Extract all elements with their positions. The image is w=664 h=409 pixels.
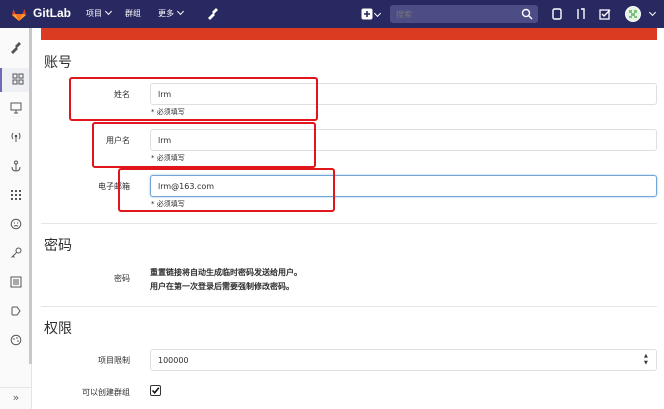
section-divider (41, 306, 657, 307)
top-navbar: GitLab 项目 群组 更多 (0, 0, 664, 28)
sidebar-admin-area[interactable] (0, 36, 32, 60)
search-input[interactable] (396, 7, 516, 21)
chevron-down-icon (373, 9, 382, 18)
section-title-permissions: 权限 (44, 321, 72, 337)
appearance-icon (10, 334, 22, 346)
abuse-reports-icon (10, 218, 22, 230)
annotation-box-username (92, 122, 316, 168)
sidebar-scrollbar[interactable] (29, 28, 32, 364)
annotation-box-name (69, 77, 318, 121)
sidebar-item-overview[interactable] (0, 68, 32, 92)
stepper-arrows-icon[interactable]: ▲ ▼ (644, 353, 650, 367)
gitlab-logo-icon[interactable] (11, 6, 27, 22)
todos-icon[interactable] (597, 6, 613, 22)
project-limit-label: 项目限制 (98, 356, 130, 365)
search-box[interactable] (390, 5, 538, 23)
admin-sidebar: » (0, 28, 32, 409)
sidebar-item-appearance[interactable] (0, 329, 32, 353)
sidebar-item-labels[interactable] (0, 300, 32, 324)
section-divider (41, 223, 657, 224)
labels-icon (11, 306, 21, 316)
avatar-identicon-icon (629, 10, 637, 18)
chevron-down-icon (176, 7, 185, 16)
sidebar-item-monitoring[interactable] (0, 97, 32, 121)
email-label: 电子邮箱 (98, 182, 130, 191)
annotation-box-email (118, 168, 335, 212)
project-limit-stepper[interactable]: ▲▼ (150, 349, 657, 371)
search-icon (521, 8, 533, 20)
anchor-icon (11, 160, 21, 172)
can-create-group-checkbox[interactable] (150, 385, 161, 396)
password-label: 密码 (114, 274, 130, 283)
broadcast-icon (11, 132, 21, 142)
brand-name[interactable]: GitLab (33, 6, 71, 20)
overview-icon (12, 73, 24, 85)
alert-bar (41, 28, 657, 40)
plus-square-icon (361, 8, 373, 20)
sidebar-item-messages[interactable] (0, 126, 32, 150)
template-icon (10, 276, 22, 288)
chevron-down-icon (104, 7, 113, 16)
section-title-account: 账号 (44, 55, 72, 71)
checkmark-icon (151, 387, 160, 395)
password-note-line1: 重置链接将自动生成临时密码发送给用户。 (150, 268, 302, 277)
admin-wrench-icon[interactable] (205, 6, 221, 22)
project-limit-input[interactable] (158, 353, 618, 367)
sidebar-item-system-hooks[interactable] (0, 155, 32, 179)
sidebar-item-service-templates[interactable] (0, 271, 32, 295)
can-create-group-label: 可以创建群组 (82, 388, 130, 397)
chevron-down-icon[interactable] (648, 8, 657, 17)
sidebar-collapse-toggle[interactable]: » (0, 387, 32, 409)
key-icon (11, 247, 22, 258)
section-title-password: 密码 (44, 238, 72, 254)
sidebar-item-abuse-reports[interactable] (0, 213, 32, 237)
nav-projects[interactable]: 项目 (86, 7, 113, 19)
issues-icon[interactable] (549, 6, 565, 22)
nav-groups[interactable]: 群组 (125, 8, 141, 19)
password-note-line2: 用户在第一次登录后需要强制修改密码。 (150, 282, 294, 291)
new-item-dropdown[interactable] (360, 6, 384, 22)
applications-icon (11, 190, 21, 200)
user-avatar[interactable] (625, 6, 641, 22)
sidebar-item-deploy-keys[interactable] (0, 242, 32, 266)
nav-more[interactable]: 更多 (158, 7, 185, 19)
monitoring-icon (10, 102, 22, 114)
sidebar-item-applications[interactable] (0, 184, 32, 208)
merge-requests-icon[interactable] (573, 6, 589, 22)
wrench-icon (11, 42, 21, 54)
